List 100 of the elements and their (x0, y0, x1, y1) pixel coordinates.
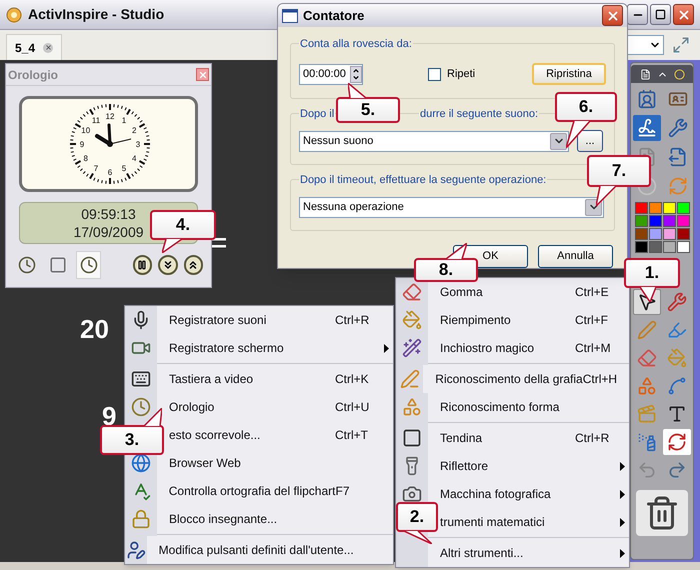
submenu-arrow-icon (620, 548, 624, 558)
minimize-button[interactable] (627, 4, 648, 25)
panel-title: Orologio (8, 66, 59, 84)
user-pen-icon (126, 540, 146, 560)
callout-pointer (446, 243, 467, 259)
date-text: 17/09/2009 (73, 223, 144, 241)
callout-tooltip: 1. (624, 258, 680, 288)
menu-item[interactable]: Orologio Ctrl+U (125, 393, 393, 421)
tab-close-icon[interactable] (43, 42, 54, 52)
fullscreen-icon[interactable] (672, 36, 690, 54)
checkbox[interactable] (428, 68, 441, 80)
menu-item-label: Blocco insegnante... (169, 511, 278, 528)
color-swatch[interactable] (648, 228, 662, 240)
menu-item-label: esto scorrevole... (169, 427, 262, 444)
window-icon (282, 8, 298, 22)
menu-item-label: Modifica pulsanti definiti dall'utente... (158, 542, 354, 559)
callout-pointer (144, 408, 162, 426)
spinner-icon[interactable] (350, 66, 362, 82)
menu-item-label: Inchiostro magico (440, 340, 536, 357)
menu-item[interactable]: Controlla ortografia del flipchartF7 (125, 477, 393, 505)
menu-item[interactable]: Riconoscimento forma (396, 393, 629, 421)
callout-tooltip: 3. (100, 425, 164, 455)
dial-number: 10 (81, 126, 90, 135)
color-swatch[interactable] (662, 215, 676, 227)
menu-item[interactable]: Blocco insegnante... (125, 505, 393, 533)
lock-icon (131, 509, 151, 529)
menu-item[interactable]: Tendina Ctrl+R (396, 421, 629, 452)
submenu-arrow-icon (384, 344, 388, 352)
dial-number: 11 (92, 116, 100, 125)
callout-tooltip: 6. (555, 92, 617, 122)
scroll-up-button[interactable] (184, 255, 203, 275)
dial-number: 2 (132, 126, 136, 135)
menu-item[interactable]: Inchiostro magico Ctrl+M (396, 334, 629, 362)
color-swatch[interactable] (634, 228, 648, 240)
dial-number: 4 (132, 154, 136, 163)
document-tab[interactable]: 5_4 (6, 34, 62, 60)
checkbox-label: Ripeti (447, 66, 476, 82)
scroll-down-button[interactable] (158, 255, 178, 275)
shortcut-label: Ctrl+R (335, 312, 370, 329)
color-swatch[interactable] (662, 228, 676, 240)
callout-pointer (348, 83, 366, 98)
group-legend: durre il seguente suono: (419, 106, 540, 122)
reset-button[interactable]: Ripristina (532, 63, 606, 85)
dial-number: 8 (84, 154, 88, 163)
menu-item[interactable]: Tastiera a video Ctrl+K (125, 362, 393, 393)
keyboard-icon (131, 369, 151, 389)
page-icon[interactable] (640, 68, 650, 80)
window-title: ActivInspire - Studio (28, 5, 164, 24)
dial-number: 7 (94, 164, 98, 174)
dash-marks-icon (212, 238, 226, 248)
color-swatch[interactable] (662, 202, 676, 214)
color-swatch[interactable] (662, 241, 676, 253)
reset-icon[interactable] (663, 429, 691, 455)
close-button[interactable] (196, 68, 209, 81)
color-swatch[interactable] (676, 241, 690, 253)
clock-stand-icon[interactable] (76, 251, 102, 279)
camera-icon (402, 484, 422, 504)
color-swatch[interactable] (648, 202, 662, 214)
menu-item[interactable]: Altri strumenti... (396, 536, 629, 567)
menu-item[interactable]: Riempimento Ctrl+F (396, 306, 629, 334)
menu-item[interactable]: Riconoscimento della grafiaCtrl+H (396, 362, 629, 393)
shortcut-label: Ctrl+R (575, 430, 610, 447)
color-swatch[interactable] (634, 215, 648, 227)
maximize-button[interactable] (650, 4, 671, 25)
close-button[interactable] (673, 4, 694, 25)
color-swatch[interactable] (634, 202, 648, 214)
dial-number: 6 (108, 168, 112, 177)
menu-item[interactable]: Riflettore (396, 452, 629, 480)
browse-button[interactable]: ... (577, 130, 603, 152)
color-swatch[interactable] (676, 202, 690, 214)
globe-icon (131, 453, 151, 473)
shortcut-label: Ctrl+F (575, 312, 609, 329)
color-swatch[interactable] (634, 241, 648, 253)
shortcut-label: Ctrl+K (335, 371, 370, 388)
close-button[interactable] (602, 5, 623, 26)
paint-bucket-icon (402, 310, 422, 330)
shortcut-label: Ctrl+U (335, 399, 370, 416)
time-text: 09:59:13 (81, 205, 136, 223)
dialog-button[interactable]: Annulla (538, 245, 613, 268)
menu-item[interactable]: Registratore schermo (125, 334, 393, 362)
color-swatch[interactable] (676, 228, 690, 240)
pause-button[interactable] (132, 255, 152, 275)
callout-tooltip: 7. (587, 155, 651, 187)
color-swatch[interactable] (648, 241, 662, 253)
callout-tooltip: 5. (336, 97, 400, 123)
color-swatch[interactable] (676, 215, 690, 227)
group-legend: Dopo il (299, 106, 336, 122)
dropdown-field[interactable]: Nessuna operazione (299, 196, 604, 218)
menu-item[interactable]: Registratore suoni Ctrl+R (125, 306, 393, 334)
menu-item-label: Controlla ortografia del flipchart (168, 483, 336, 500)
menu-item-label: Altri strumenti... (440, 545, 524, 562)
menu-item[interactable]: Modifica pulsanti definiti dall'utente... (125, 533, 393, 564)
menu-item-label: Tastiera a video (169, 371, 254, 388)
trash-bin[interactable] (636, 490, 688, 536)
signature-icon[interactable] (632, 115, 660, 141)
color-swatch[interactable] (648, 215, 662, 227)
callout-pointer (162, 239, 182, 253)
submenu-arrow-icon (620, 518, 624, 526)
menu-item-label: Browser Web (169, 455, 242, 472)
shortcut-label: Ctrl+M (575, 340, 612, 357)
